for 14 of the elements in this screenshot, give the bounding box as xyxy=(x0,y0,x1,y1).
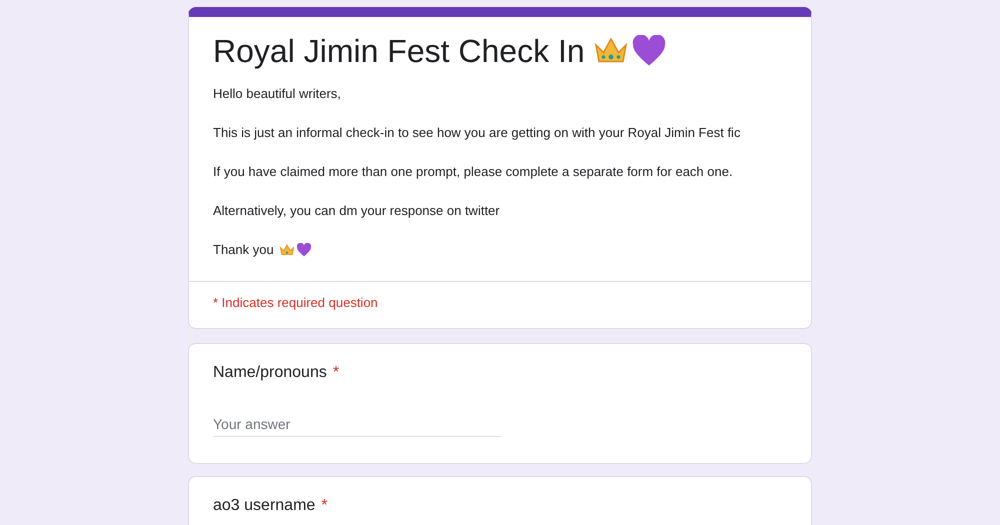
description-text: Thank you xyxy=(213,241,274,259)
heart-icon xyxy=(296,243,312,257)
required-note: * Indicates required question xyxy=(213,295,378,310)
description-text: Alternatively, you can dm your response on twitter xyxy=(213,202,500,220)
required-asterisk: * xyxy=(321,497,328,515)
heart-icon xyxy=(630,35,667,67)
description-text: If you have claimed more than one prompt, please complete a separate form for each one. xyxy=(213,163,733,181)
crown-icon xyxy=(278,243,295,257)
description-text: This is just an informal check-in to see how you are getting on with your Royal Jimin Fest fic xyxy=(213,124,740,142)
form-title: Royal Jimin Fest Check In xyxy=(213,32,585,71)
required-asterisk: * xyxy=(332,364,340,382)
question-label: Name/pronouns xyxy=(213,364,327,382)
question-label: ao3 username xyxy=(213,497,316,515)
description-text: Hello beautiful writers, xyxy=(213,85,341,103)
